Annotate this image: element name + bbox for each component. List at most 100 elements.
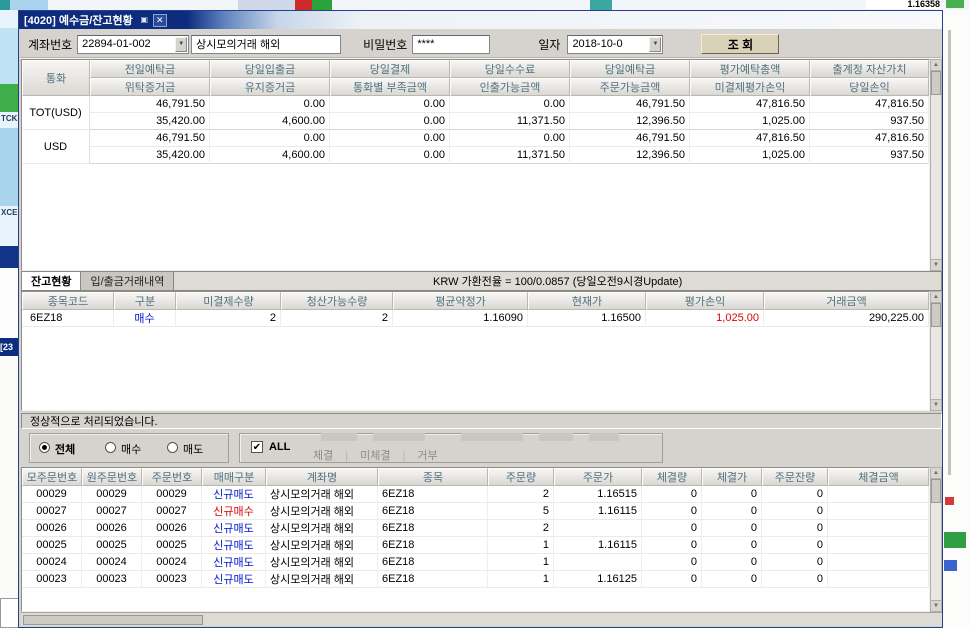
disabled-unfilled-label: 미체결 xyxy=(360,450,390,462)
col-parent-order-no: 모주문번호 xyxy=(22,468,82,486)
tab-balance[interactable]: 잔고현황 xyxy=(22,272,81,290)
disabled-rejected-label: 거부 xyxy=(417,450,437,462)
table-row[interactable]: 6EZ18 매수 2 2 1.16090 1.16500 1,025.00 29… xyxy=(22,310,929,327)
table-row[interactable]: 00027 00027 00027 신규매수 상시모의거래 해외 6EZ18 5… xyxy=(22,503,929,520)
exchange-rate-note: KRW 가환전율 = 100/0.0857 (당일오전9시경Update) xyxy=(174,272,941,290)
order-table: 모주문번호 원주문번호 주문번호 매매구분 계좌명 종목 주문량 주문가 체결량… xyxy=(21,467,930,612)
col-day-settle: 당일결제 xyxy=(330,60,450,78)
all-checkbox-label[interactable]: ALL xyxy=(269,441,290,453)
position-scrollbar[interactable]: ▲ ▼ xyxy=(930,291,942,411)
currency-cell: USD xyxy=(22,130,90,164)
window-menu-icon[interactable]: ▣ xyxy=(138,14,151,26)
col-margin: 위탁증거금 xyxy=(90,78,210,96)
scroll-up-icon[interactable]: ▲ xyxy=(931,468,941,479)
disabled-control-fragment xyxy=(539,433,573,441)
bg-left-cyan xyxy=(0,28,18,84)
table-row[interactable]: TOT(USD) 46,791.50 0.00 0.00 0.00 46,791… xyxy=(22,96,929,113)
table-row[interactable]: 00024 00024 00024 신규매도 상시모의거래 해외 6EZ18 1… xyxy=(22,554,929,571)
table-row[interactable]: 00029 00029 00029 신규매도 상시모의거래 해외 6EZ18 2… xyxy=(22,486,929,503)
col-day-inout: 당일입출금 xyxy=(210,60,330,78)
tab-strip: 잔고현황 입/출금거래내역 KRW 가환전율 = 100/0.0857 (당일오… xyxy=(21,271,942,291)
col-order-no: 주문번호 xyxy=(142,468,202,486)
bg-right-green-block xyxy=(944,532,966,548)
query-button[interactable]: 조 회 xyxy=(701,34,779,54)
col-cur-price: 현재가 xyxy=(528,292,646,310)
disabled-control-fragment xyxy=(321,433,357,441)
col-shortage: 통화별 부족금액 xyxy=(330,78,450,96)
deposit-balance-window: [4020] 예수금/잔고현황 ▣ ✕ 계좌번호 22894-01-002 ▼ … xyxy=(18,10,943,628)
bg-right-red-mark xyxy=(945,497,954,505)
disabled-filter-labels: 체결|미체결|거부 xyxy=(313,447,438,463)
col-fill-amount: 체결금액 xyxy=(828,468,929,486)
check-icon: ✔ xyxy=(253,442,261,453)
bg-window-fragment-titlebar: [23 xyxy=(0,338,18,356)
col-trade-amount: 거래금액 xyxy=(764,292,929,310)
scroll-up-icon[interactable]: ▲ xyxy=(931,292,941,303)
radio-all[interactable] xyxy=(39,442,50,453)
date-label: 일자 xyxy=(538,36,560,53)
scrollbar-thumb[interactable] xyxy=(931,479,941,503)
radio-buy-label[interactable]: 매수 xyxy=(121,441,141,457)
col-order-price: 주문가 xyxy=(554,468,642,486)
col-prev-deposit: 전일예탁금 xyxy=(90,60,210,78)
chevron-down-icon[interactable]: ▼ xyxy=(175,37,187,52)
radio-sell-label[interactable]: 매도 xyxy=(183,441,203,457)
radio-sell[interactable] xyxy=(167,442,178,453)
account-name-field[interactable]: 상시모의거래 해외 xyxy=(191,35,341,54)
table-row[interactable]: 35,420.00 4,600.00 0.00 11,371.50 12,396… xyxy=(22,147,929,164)
date-value: 2018-10-0 xyxy=(572,38,622,50)
scrollbar-thumb[interactable] xyxy=(931,303,941,327)
col-liq-qty: 청산가능수량 xyxy=(281,292,393,310)
bg-left-text-tck: TCK xyxy=(1,114,17,123)
bg-left-text-xce: XCE xyxy=(1,208,17,217)
account-select[interactable]: 22894-01-002 ▼ xyxy=(77,35,189,54)
bg-left-navy xyxy=(0,246,18,268)
close-icon[interactable]: ✕ xyxy=(153,14,167,27)
bg-left-white xyxy=(0,268,18,338)
bg-right-scroll-line xyxy=(948,30,951,475)
scroll-down-icon[interactable]: ▼ xyxy=(931,259,941,270)
bg-top-teal xyxy=(0,0,10,10)
scroll-up-icon[interactable]: ▲ xyxy=(931,60,941,71)
col-remaining-qty: 주문잔량 xyxy=(762,468,828,486)
account-name-value: 상시모의거래 해외 xyxy=(196,36,280,52)
all-checkbox[interactable]: ✔ xyxy=(251,441,263,453)
disabled-control-fragment xyxy=(373,433,425,441)
scrollbar-thumb[interactable] xyxy=(931,71,941,95)
chevron-down-icon[interactable]: ▼ xyxy=(649,37,661,52)
radio-all-label[interactable]: 전체 xyxy=(55,441,75,457)
separator: | xyxy=(390,450,417,462)
password-field[interactable]: **** xyxy=(412,35,490,54)
table-row[interactable]: 35,420.00 4,600.00 0.00 11,371.50 12,396… xyxy=(22,113,929,130)
col-day-pl: 당일손익 xyxy=(810,78,929,96)
order-scrollbar[interactable]: ▲ ▼ xyxy=(930,467,942,612)
order-header-row: 모주문번호 원주문번호 주문번호 매매구분 계좌명 종목 주문량 주문가 체결량… xyxy=(22,468,929,486)
bg-top-green xyxy=(312,0,332,10)
col-symbol: 종목코드 xyxy=(22,292,114,310)
summary-scrollbar[interactable]: ▲ ▼ xyxy=(930,59,942,271)
summary-header-row2: 위탁증거금 유지증거금 통화별 부족금액 인출가능금액 주문가능금액 미결제평가… xyxy=(22,78,929,96)
table-row[interactable]: 00026 00026 00026 신규매도 상시모의거래 해외 6EZ18 2… xyxy=(22,520,929,537)
scrollbar-thumb[interactable] xyxy=(23,615,203,625)
scroll-down-icon[interactable]: ▼ xyxy=(931,600,941,611)
col-side: 구분 xyxy=(114,292,176,310)
col-orig-order-no: 원주문번호 xyxy=(82,468,142,486)
window-titlebar[interactable]: [4020] 예수금/잔고현황 ▣ ✕ xyxy=(19,11,942,29)
table-row[interactable]: 00023 00023 00023 신규매도 상시모의거래 해외 6EZ18 1… xyxy=(22,571,929,588)
scroll-down-icon[interactable]: ▼ xyxy=(931,399,941,410)
account-value: 22894-01-002 xyxy=(82,38,151,50)
horizontal-scrollbar[interactable] xyxy=(21,612,942,626)
radio-buy[interactable] xyxy=(105,442,116,453)
status-message: 정상적으로 처리되었습니다. xyxy=(30,413,158,429)
separator: | xyxy=(333,450,360,462)
table-row[interactable]: 00025 00025 00025 신규매도 상시모의거래 해외 6EZ18 1… xyxy=(22,537,929,554)
date-select[interactable]: 2018-10-0 ▼ xyxy=(567,35,663,54)
col-eval-total: 평가예탁총액 xyxy=(690,60,810,78)
status-bar: 정상적으로 처리되었습니다. xyxy=(21,413,942,429)
col-order-qty: 주문량 xyxy=(488,468,554,486)
table-row[interactable]: USD 46,791.50 0.00 0.00 0.00 46,791.50 4… xyxy=(22,130,929,147)
password-value: **** xyxy=(417,38,434,50)
disabled-filled-label: 체결 xyxy=(313,450,333,462)
tab-cash-history[interactable]: 입/출금거래내역 xyxy=(81,272,174,290)
bg-top-right-green xyxy=(946,0,964,8)
